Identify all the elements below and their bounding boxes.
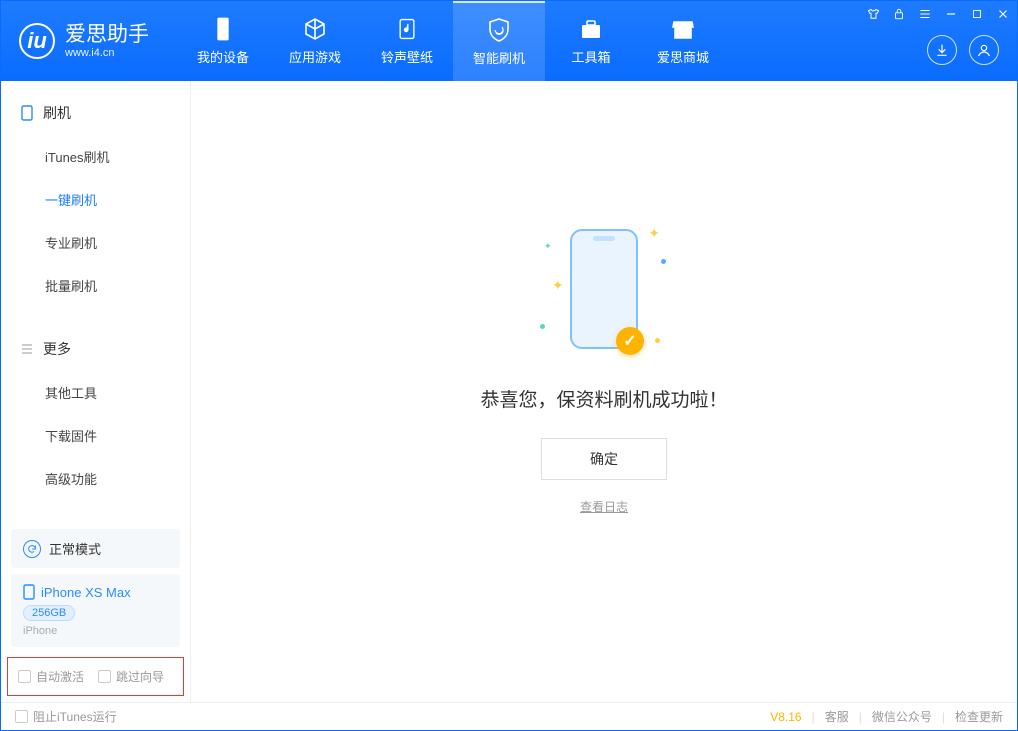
minimize-button[interactable] (942, 5, 960, 23)
header: iu 爱思助手 www.i4.cn 我的设备 应用游戏 铃声壁纸 智能刷机 (1, 1, 1017, 81)
sidebar-item-other-tools[interactable]: 其他工具 (1, 371, 190, 414)
tab-label: 应用游戏 (289, 47, 341, 66)
device-mode[interactable]: 正常模式 (11, 529, 180, 568)
window-controls (864, 5, 1012, 23)
sidebar-item-itunes-flash[interactable]: iTunes刷机 (1, 135, 190, 178)
sidebar-section-flash: 刷机 (1, 91, 190, 135)
download-button[interactable] (927, 35, 957, 65)
brand-name: 爱思助手 (65, 23, 149, 46)
tab-ringtone-wallpaper[interactable]: 铃声壁纸 (361, 1, 453, 81)
phone-icon (210, 16, 236, 42)
tab-apps-games[interactable]: 应用游戏 (269, 1, 361, 81)
checkbox-icon (98, 670, 111, 683)
store-icon (670, 16, 696, 42)
maximize-button[interactable] (968, 5, 986, 23)
wechat-link[interactable]: 微信公众号 (872, 708, 932, 725)
close-button[interactable] (994, 5, 1012, 23)
tab-label: 铃声壁纸 (381, 47, 433, 66)
tab-label: 爱思商城 (657, 47, 709, 66)
tab-label: 智能刷机 (473, 48, 525, 67)
tab-store[interactable]: 爱思商城 (637, 1, 729, 81)
skip-guide-checkbox[interactable]: 跳过向导 (98, 668, 164, 685)
sidebar-item-advanced[interactable]: 高级功能 (1, 457, 190, 500)
sidebar: 刷机 iTunes刷机 一键刷机 专业刷机 批量刷机 更多 其他工具 下载固件 … (1, 81, 191, 702)
checkbox-label: 自动激活 (36, 668, 84, 685)
cube-icon (302, 16, 328, 42)
nav-tabs: 我的设备 应用游戏 铃声壁纸 智能刷机 工具箱 爱思商城 (177, 1, 729, 81)
device-card[interactable]: iPhone XS Max 256GB iPhone (11, 574, 180, 647)
checkbox-icon (18, 670, 31, 683)
section-title: 刷机 (43, 103, 71, 123)
device-icon (19, 105, 35, 121)
tab-label: 工具箱 (571, 47, 610, 66)
checkbox-label: 阻止iTunes运行 (33, 708, 117, 725)
toolbox-icon (578, 16, 604, 42)
logo[interactable]: iu 爱思助手 www.i4.cn (1, 1, 167, 81)
device-name-text: iPhone XS Max (41, 585, 131, 600)
sidebar-item-download-firmware[interactable]: 下载固件 (1, 414, 190, 457)
tshirt-icon[interactable] (864, 5, 882, 23)
options-highlight: 自动激活 跳过向导 (7, 657, 184, 696)
refresh-icon (23, 540, 41, 558)
success-illustration: ✦ ✦ ✦ ✓ (570, 229, 638, 349)
sidebar-item-oneclick-flash[interactable]: 一键刷机 (1, 178, 190, 221)
status-bar: 阻止iTunes运行 V8.16 | 客服 | 微信公众号 | 检查更新 (1, 702, 1017, 730)
capacity-badge: 256GB (23, 605, 75, 621)
tab-smart-flash[interactable]: 智能刷机 (453, 1, 545, 81)
check-badge-icon: ✓ (616, 327, 644, 355)
phone-illustration: ✓ (570, 229, 638, 349)
support-link[interactable]: 客服 (825, 708, 849, 725)
user-button[interactable] (969, 35, 999, 65)
tab-my-device[interactable]: 我的设备 (177, 1, 269, 81)
device-type: iPhone (23, 625, 168, 637)
logo-icon: iu (19, 23, 55, 59)
sidebar-section-more: 更多 (1, 327, 190, 371)
sidebar-item-batch-flash[interactable]: 批量刷机 (1, 264, 190, 307)
phone-small-icon (23, 584, 35, 600)
view-log-link[interactable]: 查看日志 (580, 498, 628, 515)
block-itunes-checkbox[interactable]: 阻止iTunes运行 (15, 708, 117, 725)
success-message: 恭喜您，保资料刷机成功啦！ (480, 385, 727, 412)
brand-url: www.i4.cn (65, 47, 149, 59)
tab-label: 我的设备 (197, 47, 249, 66)
sidebar-item-pro-flash[interactable]: 专业刷机 (1, 221, 190, 264)
version-label: V8.16 (770, 710, 801, 724)
shield-refresh-icon (486, 17, 512, 43)
check-update-link[interactable]: 检查更新 (955, 708, 1003, 725)
section-title: 更多 (43, 339, 71, 359)
menu-icon[interactable] (916, 5, 934, 23)
list-icon (19, 341, 35, 357)
auto-activate-checkbox[interactable]: 自动激活 (18, 668, 84, 685)
checkbox-label: 跳过向导 (116, 668, 164, 685)
mode-label: 正常模式 (49, 539, 101, 558)
main-content: ✦ ✦ ✦ ✓ 恭喜您，保资料刷机成功啦！ 确定 查看日志 (191, 81, 1017, 702)
music-icon (394, 16, 420, 42)
lock-icon[interactable] (890, 5, 908, 23)
ok-button[interactable]: 确定 (541, 438, 667, 480)
checkbox-icon (15, 710, 28, 723)
tab-toolbox[interactable]: 工具箱 (545, 1, 637, 81)
